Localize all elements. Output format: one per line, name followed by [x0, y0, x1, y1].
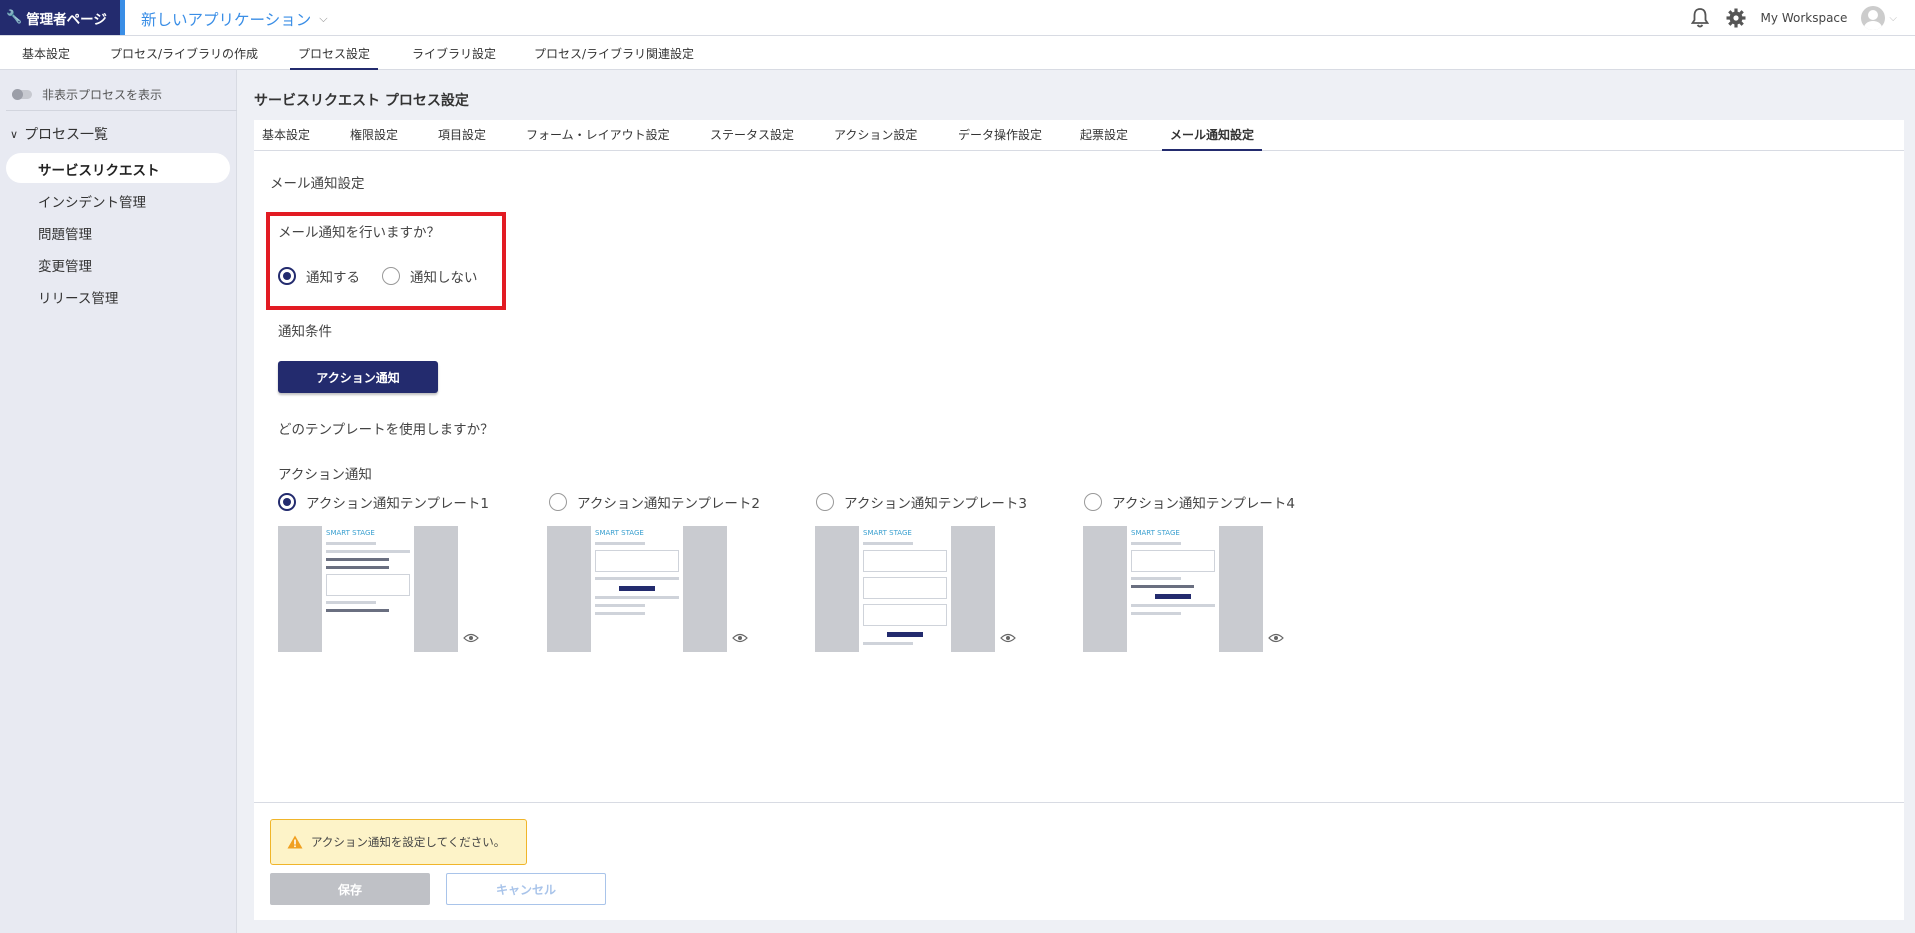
admin-page-label: 管理者ページ — [26, 11, 107, 28]
subnav-basic[interactable]: 基本設定 — [22, 36, 70, 70]
accent-strip — [120, 0, 125, 35]
process-list-label: プロセス一覧 — [24, 127, 109, 143]
user-menu[interactable]: ⌵ — [1861, 6, 1897, 30]
thumbnail-brand: SMART STAGE — [863, 529, 912, 537]
eye-icon[interactable] — [463, 633, 479, 643]
warning-icon — [287, 835, 303, 849]
radio-empty-icon — [1084, 493, 1102, 511]
template-4-radio[interactable]: アクション通知テンプレート4 — [1084, 492, 1295, 512]
save-button[interactable]: 保存 — [270, 873, 430, 905]
process-tabs: 基本設定 権限設定 項目設定 フォーム・レイアウト設定 ステータス設定 アクショ… — [254, 120, 1904, 151]
page-title: サービスリクエスト プロセス設定 — [254, 93, 469, 109]
template-preview: SMART STAGE — [591, 526, 683, 652]
eye-icon[interactable] — [1268, 633, 1284, 643]
template-preview: SMART STAGE — [322, 526, 414, 652]
sidebar-item-label: サービスリクエスト — [38, 163, 160, 179]
action-notification-button[interactable]: アクション通知 — [278, 361, 438, 393]
tab-permissions[interactable]: 権限設定 — [350, 120, 398, 151]
toggle-label: 非表示プロセスを表示 — [42, 88, 163, 102]
sidebar-item-incident[interactable]: インシデント管理 — [38, 191, 146, 211]
radio-checked-icon — [278, 267, 296, 285]
radio-empty-icon — [382, 267, 400, 285]
subnav-create[interactable]: プロセス/ライブラリの作成 — [110, 36, 258, 70]
workspace-link[interactable]: My Workspace — [1761, 11, 1848, 25]
settings-panel: 基本設定 権限設定 項目設定 フォーム・レイアウト設定 ステータス設定 アクショ… — [254, 120, 1904, 920]
template-2-thumbnail[interactable]: SMART STAGE — [547, 526, 727, 652]
template-preview: SMART STAGE — [1127, 526, 1219, 652]
warning-message: アクション通知を設定してください。 — [270, 819, 527, 865]
tab-mail-notification[interactable]: メール通知設定 — [1162, 120, 1263, 151]
subnav-related-settings[interactable]: プロセス/ライブラリ関連設定 — [534, 36, 694, 70]
bell-icon[interactable] — [1689, 7, 1711, 29]
gear-icon[interactable] — [1725, 7, 1747, 29]
warning-text: アクション通知を設定してください。 — [311, 835, 506, 849]
template-2-radio[interactable]: アクション通知テンプレート2 — [549, 492, 760, 512]
sidebar-item-problem[interactable]: 問題管理 — [38, 223, 92, 243]
chevron-down-icon: ⌵ — [1889, 12, 1897, 24]
sidebar-item-service-request[interactable]: サービスリクエスト — [6, 153, 230, 183]
avatar — [1861, 6, 1886, 30]
sidebar-item-change[interactable]: 変更管理 — [38, 255, 92, 275]
template-group-label: アクション通知 — [278, 467, 372, 483]
notify-yes-label: 通知する — [306, 270, 360, 286]
notify-yes-radio[interactable]: 通知する — [278, 266, 360, 286]
tab-fields[interactable]: 項目設定 — [438, 120, 486, 151]
template-2-label: アクション通知テンプレート2 — [577, 496, 761, 512]
radio-checked-icon — [278, 493, 296, 511]
template-1-label: アクション通知テンプレート1 — [306, 496, 490, 512]
eye-icon[interactable] — [732, 633, 748, 643]
template-4-thumbnail[interactable]: SMART STAGE — [1083, 526, 1263, 652]
tab-ticket[interactable]: 起票設定 — [1080, 120, 1128, 151]
notify-no-radio[interactable]: 通知しない — [382, 266, 478, 286]
template-3-label: アクション通知テンプレート3 — [844, 496, 1028, 512]
template-4-label: アクション通知テンプレート4 — [1112, 496, 1296, 512]
chevron-down-icon: ⌵ — [319, 12, 328, 25]
divider — [254, 802, 1904, 803]
tab-form-layout[interactable]: フォーム・レイアウト設定 — [526, 120, 670, 151]
notify-no-label: 通知しない — [410, 270, 478, 286]
radio-empty-icon — [816, 493, 834, 511]
eye-icon[interactable] — [1000, 633, 1016, 643]
tab-action[interactable]: アクション設定 — [834, 120, 917, 151]
thumbnail-brand: SMART STAGE — [326, 529, 375, 537]
thumbnail-brand: SMART STAGE — [1131, 529, 1180, 537]
cancel-button[interactable]: キャンセル — [446, 873, 606, 905]
thumbnail-brand: SMART STAGE — [595, 529, 644, 537]
template-3-radio[interactable]: アクション通知テンプレート3 — [816, 492, 1027, 512]
section-title: メール通知設定 — [270, 176, 365, 192]
tab-data-operation[interactable]: データ操作設定 — [958, 120, 1042, 151]
radio-empty-icon — [549, 493, 567, 511]
show-hidden-toggle-row[interactable]: 非表示プロセスを表示 — [12, 86, 162, 103]
template-3-thumbnail[interactable]: SMART STAGE — [815, 526, 995, 652]
subnav-process-settings[interactable]: プロセス設定 — [290, 36, 379, 70]
template-1-radio[interactable]: アクション通知テンプレート1 — [278, 492, 489, 512]
tab-basic[interactable]: 基本設定 — [262, 120, 310, 151]
toggle-switch[interactable] — [12, 89, 32, 100]
wrench-icon: 🔧 — [6, 10, 23, 25]
condition-label: 通知条件 — [278, 324, 332, 340]
app-selector[interactable]: 新しいアプリケーション ⌵ — [141, 8, 328, 30]
notify-question: メール通知を行いますか？ — [278, 225, 440, 241]
sidebar-item-release[interactable]: リリース管理 — [38, 287, 118, 307]
admin-page-badge[interactable]: 🔧 管理者ページ — [0, 0, 120, 35]
template-preview: SMART STAGE — [859, 526, 951, 652]
app-title: 新しいアプリケーション — [141, 11, 312, 29]
template-1-thumbnail[interactable]: SMART STAGE — [278, 526, 458, 652]
settings-nav: 基本設定 プロセス/ライブラリの作成 プロセス設定 ライブラリ設定 プロセス/ラ… — [0, 36, 1915, 70]
divider — [6, 110, 237, 111]
template-question: どのテンプレートを使用しますか？ — [278, 422, 494, 438]
subnav-library-settings[interactable]: ライブラリ設定 — [412, 36, 496, 70]
tab-status[interactable]: ステータス設定 — [710, 120, 794, 151]
header-actions: My Workspace ⌵ — [1689, 4, 1897, 32]
sidebar: 非表示プロセスを表示 ∨ プロセス一覧 サービスリクエスト インシデント管理 問… — [0, 70, 237, 933]
top-header: 🔧 管理者ページ 新しいアプリケーション ⌵ My Workspace ⌵ — [0, 0, 1915, 36]
process-list-group[interactable]: ∨ プロセス一覧 — [10, 124, 108, 144]
chevron-down-icon: ∨ — [10, 127, 19, 141]
